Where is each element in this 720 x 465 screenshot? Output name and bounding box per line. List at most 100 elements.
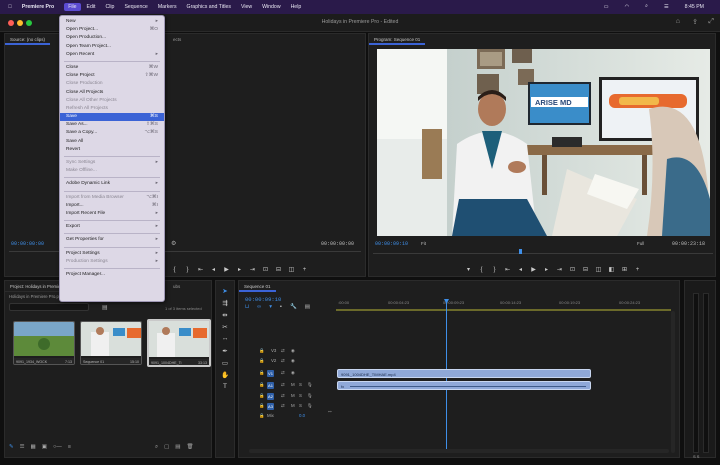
marker-icon[interactable]: ▾ [269, 304, 272, 310]
file-menu-item-new[interactable]: New ▸ [60, 18, 164, 26]
menu-view[interactable]: View [241, 4, 252, 10]
eye-icon[interactable]: ◉ [291, 370, 295, 376]
time-ruler[interactable]: :00:00 00:00:04:23 00:00:09:23 00:00:14:… [336, 299, 671, 309]
battery-icon[interactable]: ▭ [604, 4, 609, 10]
lock-icon[interactable]: 🔒 [259, 348, 264, 354]
lock-icon[interactable]: 🔒 [259, 358, 264, 364]
work-area-bar[interactable] [336, 309, 671, 311]
pencil-icon[interactable]: ✎ [9, 444, 14, 450]
sync-lock-icon[interactable]: ⇄ [281, 382, 285, 388]
project-item[interactable]: Sequence 01 15:10 [80, 321, 142, 365]
file-menu-item-close[interactable]: Close ⌘W [60, 64, 164, 72]
file-menu-item-revert[interactable]: Revert [60, 146, 164, 154]
microphone-icon[interactable]: 🎙 [307, 393, 313, 399]
app-menu[interactable]: Premiere Pro [22, 4, 54, 10]
trim-icon[interactable]: ⊞ [621, 266, 628, 273]
menu-markers[interactable]: Markers [158, 4, 177, 10]
go-to-in-icon[interactable]: ⇤ [504, 266, 511, 273]
solo-button[interactable]: S [299, 403, 302, 408]
export-frame-icon[interactable]: ◫ [288, 266, 295, 273]
menu-file[interactable]: File [64, 3, 81, 11]
timeline-timecode[interactable]: 00:00:09:10 [245, 296, 281, 303]
sync-lock-icon[interactable]: ⇄ [281, 358, 285, 364]
add-button-icon[interactable]: + [301, 267, 308, 273]
sync-lock-icon[interactable]: ⇄ [281, 403, 285, 409]
go-to-in-icon[interactable]: ⇤ [197, 266, 204, 273]
solo-button[interactable]: S [299, 393, 302, 398]
eye-icon[interactable]: ◉ [291, 348, 295, 354]
program-video-frame[interactable]: ARISE MD [377, 49, 710, 236]
tab-program[interactable]: Program: Sequence 01 [369, 34, 426, 45]
lift-icon[interactable]: ⊡ [569, 266, 576, 273]
wifi-icon[interactable]: ◠ [625, 4, 630, 10]
quality-dropdown[interactable]: Full [637, 241, 644, 246]
new-bin-icon[interactable]: ▤ [102, 304, 108, 311]
track-target-a2[interactable]: A2 [267, 393, 274, 400]
mark-in-icon[interactable]: { [478, 267, 485, 273]
file-menu-item-import-recent-file[interactable]: Import Recent File ▸ [60, 210, 164, 218]
tab-media-partial[interactable]: ubs [173, 284, 180, 289]
project-item[interactable]: 9091_1934_WOCK 7:13 [13, 321, 75, 365]
menu-sequence[interactable]: Sequence [124, 4, 147, 10]
mute-button[interactable]: M [291, 393, 295, 398]
track-select-icon[interactable]: ⇶ [219, 299, 231, 309]
eye-icon[interactable]: ◉ [291, 358, 295, 364]
lock-icon[interactable]: 🔒 [259, 393, 264, 399]
timeline-vscroll[interactable] [671, 311, 675, 453]
lock-icon[interactable]: 🔒 [259, 403, 264, 409]
file-menu-item-export[interactable]: Export ▸ [60, 223, 164, 231]
marker-icon[interactable]: ▾ [465, 266, 472, 273]
caption-icon[interactable]: ▪ [280, 304, 282, 310]
lock-icon[interactable]: 🔒 [259, 370, 264, 376]
mark-out-icon[interactable]: } [184, 267, 191, 273]
track-target-v1[interactable]: V1 [267, 370, 274, 377]
apple-icon[interactable]:  [8, 4, 12, 10]
play-icon[interactable]: ▶ [223, 266, 230, 273]
menu-clip[interactable]: Clip [106, 4, 115, 10]
overwrite-icon[interactable]: ⊟ [275, 266, 282, 273]
file-menu-item-open-project[interactable]: Open Project... ⌘O [60, 26, 164, 34]
step-back-icon[interactable]: ◂ [210, 266, 217, 273]
icon-view-icon[interactable]: ▦ [31, 444, 36, 450]
settings-icon[interactable]: ⚙ [171, 240, 176, 247]
share-icon[interactable]: ⇪ [692, 18, 698, 26]
file-menu-item-open-recent[interactable]: Open Recent ▸ [60, 51, 164, 59]
source-timecode[interactable]: 00:00:00:00 [11, 241, 44, 247]
lock-icon[interactable]: 🔒 [259, 413, 264, 419]
linked-icon[interactable]: ∞ [257, 304, 261, 310]
new-bin-icon[interactable]: ▢ [164, 444, 169, 451]
file-menu-item-save-a-copy[interactable]: Save a Copy... ⌥⌘S [60, 129, 164, 137]
file-menu-item-save-all[interactable]: Save All [60, 138, 164, 146]
program-timecode[interactable]: 00:00:09:10 [375, 241, 408, 247]
ripple-edit-icon[interactable]: ⇹ [219, 311, 231, 321]
program-scrubber[interactable] [373, 253, 713, 254]
file-menu-item-project-manager[interactable]: Project Manager... [60, 271, 164, 279]
slip-icon[interactable]: ↔ [219, 335, 231, 345]
snap-icon[interactable]: ⊔ [245, 304, 249, 310]
sync-lock-icon[interactable]: ⇄ [281, 348, 285, 354]
new-item-icon[interactable]: ▤ [175, 444, 180, 451]
selection-tool-icon[interactable]: ➤ [219, 287, 231, 297]
trash-icon[interactable]: 🗑 [187, 444, 194, 451]
file-menu-item-import[interactable]: Import... ⌘I [60, 202, 164, 210]
type-icon[interactable]: T [219, 383, 231, 393]
add-button-icon[interactable]: + [634, 267, 641, 273]
clock[interactable]: 8:45 PM [685, 4, 704, 10]
razor-icon[interactable]: ✂ [219, 323, 231, 333]
go-to-out-icon[interactable]: ⇥ [556, 266, 563, 273]
solo-button[interactable]: S [299, 382, 302, 387]
freeform-view-icon[interactable]: ▣ [42, 444, 47, 450]
mute-button[interactable]: M [291, 403, 295, 408]
project-item-selected[interactable]: 9091_1004DHE_Ti 33:13 [147, 319, 211, 367]
menu-graphics[interactable]: Graphics and Titles [187, 4, 231, 10]
stack-icon[interactable]: ▤ [305, 304, 310, 310]
lock-icon[interactable]: 🔒 [259, 382, 264, 388]
tab-sequence[interactable]: Sequence 01 [239, 281, 276, 292]
search-icon[interactable]: ⌕ [155, 444, 158, 451]
file-menu-item-close-all-projects[interactable]: Close All Projects [60, 89, 164, 97]
comparison-icon[interactable]: ◧ [608, 266, 615, 273]
step-forward-icon[interactable]: ▸ [236, 266, 243, 273]
extract-icon[interactable]: ⊟ [582, 266, 589, 273]
sync-lock-icon[interactable]: ⇄ [281, 393, 285, 399]
zoom-slider[interactable]: ○— [53, 444, 62, 450]
